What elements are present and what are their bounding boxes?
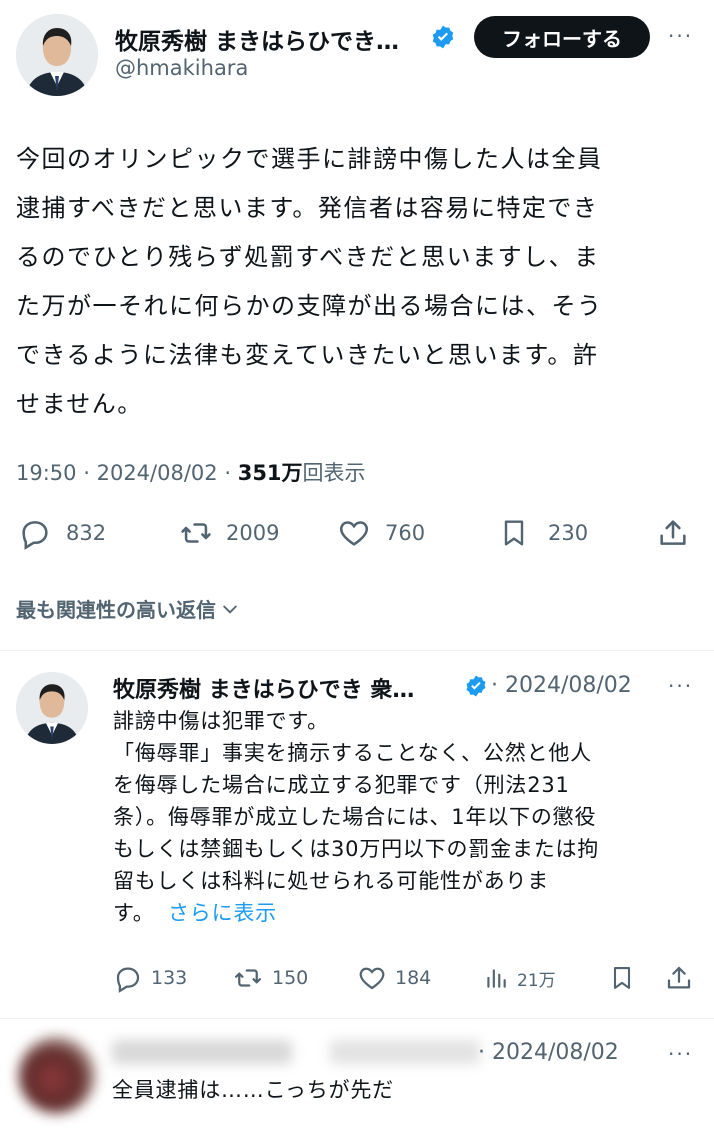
reply-text: 誹謗中傷は犯罪です。 「侮辱罪」事実を摘示することなく、公然と他人 を侮辱した場… <box>113 705 703 929</box>
reply-count: 133 <box>151 967 188 989</box>
show-more-link[interactable]: さらに表示 <box>168 901 277 925</box>
reply-icon <box>22 521 48 550</box>
view-count: 351万 <box>237 461 303 485</box>
author-name-text: 牧原秀樹 まきはらひでき… <box>115 29 400 52</box>
reply-sort-dropdown[interactable]: 最も関連性の高い返信 <box>16 594 240 623</box>
analytics-icon <box>487 969 506 988</box>
view-count-label: 回表示 <box>302 461 366 485</box>
heart-icon <box>339 521 369 546</box>
reply-line: もしくは禁錮もしくは30万円以下の罰金または拘 <box>113 837 600 861</box>
repost-count: 2009 <box>226 521 280 545</box>
view-count: 21万 <box>517 970 556 991</box>
reply-line: 条）。侮辱罪が成立した場合には、1年以下の懲役 <box>113 805 597 829</box>
repost-action[interactable]: 2009 <box>178 516 279 550</box>
bookmark-action[interactable]: 230 <box>498 516 588 550</box>
reply-icon <box>116 967 140 993</box>
repost-count: 150 <box>272 967 309 989</box>
reply-date[interactable]: · 2024/08/02 <box>478 1040 619 1065</box>
reply-line: 留もしくは科料に処せられる可能性がありま <box>113 869 549 893</box>
reply-author-name-text: 牧原秀樹 まきはらひでき 衆… <box>113 678 415 702</box>
tweet-line: せません。 <box>16 390 143 418</box>
reply-avatar[interactable] <box>16 672 88 744</box>
reply-handle-redacted <box>330 1040 480 1064</box>
tweet-meta: 19:50 · 2024/08/02 · 351万回表示 <box>16 457 366 487</box>
share-action[interactable] <box>664 963 694 993</box>
reply-line: を侮辱した場合に成立する犯罪です（刑法231 <box>113 773 570 797</box>
tweet-line: た万が一それに何らかの支障が出る場合には、そう <box>16 292 603 320</box>
tweet-text: 今回のオリンピックで選手に誹謗中傷した人は全員 逮捕すべきだと思います。発信者は… <box>16 135 706 429</box>
author-handle[interactable]: @hmakihara <box>115 56 248 80</box>
reply-author-name[interactable]: 牧原秀樹 まきはらひでき 衆… <box>113 672 463 702</box>
bookmark-count: 230 <box>548 521 589 545</box>
divider <box>0 1018 714 1019</box>
more-options-icon[interactable]: ··· <box>668 1042 693 1066</box>
views-action[interactable]: 21万 <box>483 963 556 993</box>
bookmark-icon <box>613 967 631 989</box>
reply-action[interactable]: 133 <box>113 963 187 993</box>
repost-icon <box>181 523 211 543</box>
verified-badge-icon <box>430 24 456 54</box>
like-action[interactable]: 760 <box>337 516 425 550</box>
tweet-date[interactable]: 2024/08/02 <box>97 461 218 485</box>
reply-line: す。 さらに表示 <box>113 897 703 929</box>
bookmark-icon <box>504 520 524 546</box>
tweet-line: るのでひとり残らず処罰すべきだと思いますし、ま <box>16 243 600 271</box>
person-photo-icon <box>16 14 98 96</box>
verified-badge-icon <box>464 674 488 702</box>
reply-sort-label: 最も関連性の高い返信 <box>16 598 216 622</box>
more-options-icon[interactable]: ··· <box>668 24 693 48</box>
reply-last-line: す。 <box>113 901 155 925</box>
repost-action[interactable]: 150 <box>232 963 308 993</box>
reply-line: 誹謗中傷は犯罪です。 <box>113 709 329 733</box>
author-avatar[interactable] <box>16 14 98 96</box>
tweet-line: 逮捕すべきだと思います。発信者は容易に特定でき <box>16 194 599 222</box>
reply-line: 「侮辱罪」事実を摘示することなく、公然と他人 <box>113 741 592 765</box>
meta-separator: · <box>83 461 90 485</box>
more-options-icon[interactable]: ··· <box>668 674 693 698</box>
tweet-time[interactable]: 19:50 <box>16 461 77 485</box>
like-count: 760 <box>385 521 426 545</box>
tweet-line: 今回のオリンピックで選手に誹謗中傷した人は全員 <box>16 145 603 173</box>
bookmark-action[interactable] <box>608 963 636 993</box>
meta-separator: · <box>224 461 232 485</box>
divider <box>0 650 714 651</box>
author-name[interactable]: 牧原秀樹 まきはらひでき… <box>115 22 433 52</box>
chevron-down-icon <box>223 605 237 613</box>
repost-icon <box>235 969 261 987</box>
share-icon <box>660 520 686 545</box>
reply-text: 全員逮捕は……こっちが先だ <box>112 1078 394 1102</box>
reply-author-name-redacted <box>112 1040 292 1064</box>
follow-button-label: フォローする <box>502 26 622 51</box>
person-photo-icon <box>16 672 88 744</box>
reply-date[interactable]: · 2024/08/02 <box>491 673 632 698</box>
follow-button[interactable]: フォローする <box>474 16 650 58</box>
reply-avatar[interactable] <box>18 1036 96 1114</box>
reply-count: 832 <box>66 521 107 545</box>
like-count: 184 <box>395 967 432 989</box>
share-action[interactable] <box>656 516 690 550</box>
tweet-line: できるように法律も変えていきたいと思います。許 <box>16 341 599 369</box>
share-icon <box>667 966 691 989</box>
like-action[interactable]: 184 <box>357 963 431 993</box>
heart-icon <box>359 967 385 990</box>
reply-action[interactable]: 832 <box>18 516 106 550</box>
